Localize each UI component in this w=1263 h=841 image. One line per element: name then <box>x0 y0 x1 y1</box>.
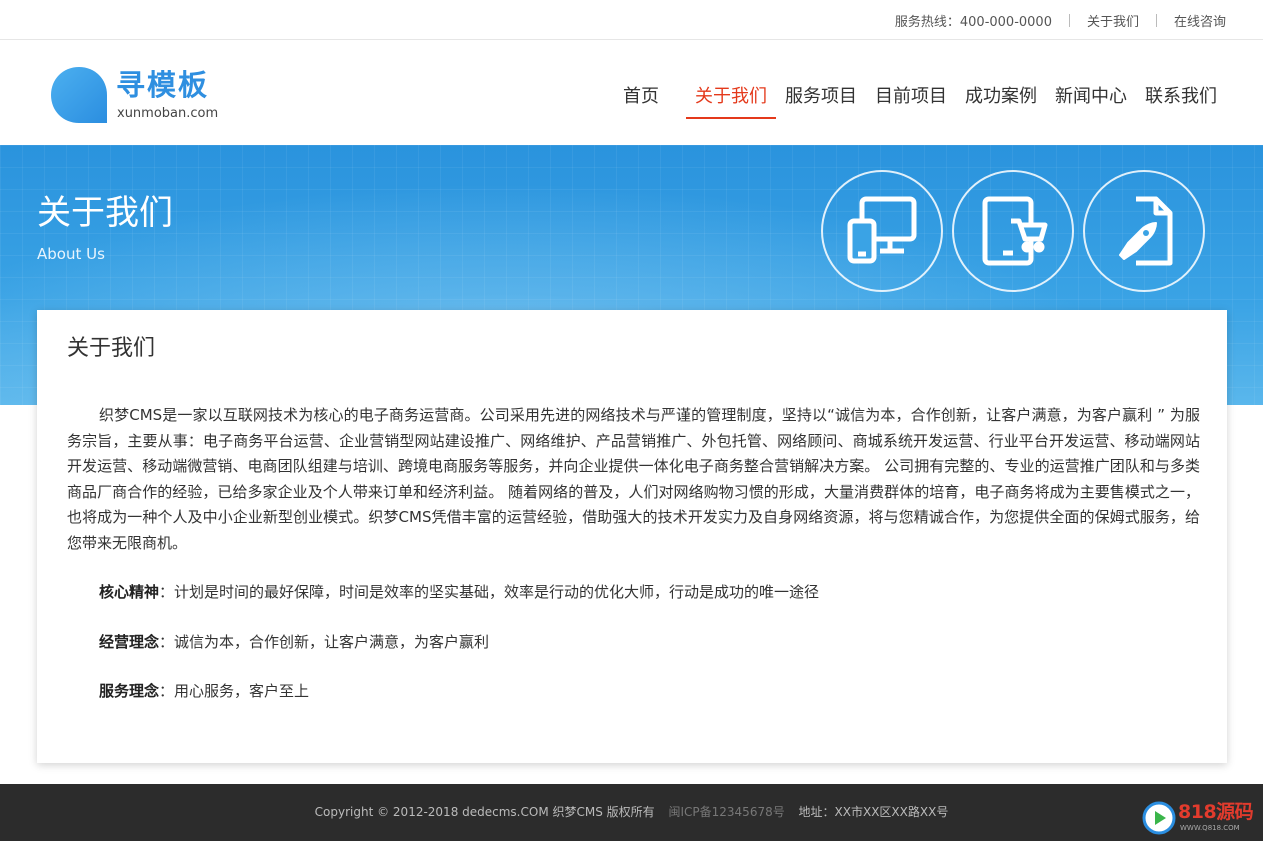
nav-item-home[interactable]: 首页 <box>614 81 668 119</box>
business-philosophy-line: 经营理念：诚信为本，合作创新，让客户满意，为客户赢利 <box>67 630 1200 656</box>
item-text: ：用心服务，客户至上 <box>159 682 310 700</box>
cart-circle <box>952 170 1074 292</box>
item-label: 服务理念 <box>99 682 160 700</box>
main-nav: 首页 关于我们 服务项目 目前项目 成功案例 新闻中心 联系我们 <box>614 81 1226 121</box>
tablet-cart-icon <box>982 196 1048 266</box>
site-header: 寻模板 xunmoban.com 首页 关于我们 服务项目 目前项目 成功案例 … <box>0 41 1263 145</box>
about-content-panel: 关于我们 织梦CMS是一家以互联网技术为核心的电子商务运营商。公司采用先进的网络… <box>37 310 1227 763</box>
top-about-link[interactable]: 关于我们 <box>1087 11 1139 30</box>
item-label: 核心精神 <box>99 583 160 601</box>
watermark-text: 818源码 <box>1178 801 1254 823</box>
site-footer: Copyright © 2012-2018 dedecms.COM 织梦CMS … <box>0 784 1263 841</box>
online-consult-link[interactable]: 在线咨询 <box>1174 11 1226 30</box>
nav-item-cases[interactable]: 成功案例 <box>956 81 1046 119</box>
core-spirit-line: 核心精神：计划是时间的最好保障，时间是效率的坚实基础，效率是行动的优化大师，行动… <box>67 580 1200 606</box>
logo-text-cn: 寻模板 <box>116 68 210 102</box>
content-title: 关于我们 <box>67 336 156 361</box>
logo-bubble-icon <box>51 67 107 123</box>
logo-text-en: xunmoban.com <box>117 106 219 121</box>
nav-item-about[interactable]: 关于我们 <box>686 81 776 119</box>
rocket-circle <box>1083 170 1205 292</box>
top-bar-links: 服务热线：400-000-0000 关于我们 在线咨询 <box>895 0 1226 40</box>
watermark-badge: 818源码 WWW.Q818.COM <box>1140 798 1258 838</box>
devices-circle <box>821 170 943 292</box>
devices-icon <box>847 196 917 264</box>
rocket-document-icon <box>1119 196 1173 266</box>
footer-text: Copyright © 2012-2018 dedecms.COM 织梦CMS … <box>0 804 1263 820</box>
play-logo-icon <box>1142 801 1176 835</box>
item-text: ：计划是时间的最好保障，时间是效率的坚实基础，效率是行动的优化大师，行动是成功的… <box>159 583 820 601</box>
divider <box>1155 13 1157 27</box>
item-label: 经营理念 <box>99 632 160 651</box>
banner-subtitle: About Us <box>37 245 105 263</box>
service-hotline: 服务热线：400-000-0000 <box>894 14 1052 30</box>
top-bar: 服务热线：400-000-0000 关于我们 在线咨询 <box>0 0 1263 40</box>
icp-link[interactable]: 闽ICP备12345678号 <box>668 805 784 819</box>
content-body: 织梦CMS是一家以互联网技术为核心的电子商务运营商。公司采用先进的网络技术与严谨… <box>67 403 1200 705</box>
site-logo[interactable]: 寻模板 xunmoban.com <box>50 66 230 126</box>
divider <box>1068 13 1070 27</box>
banner-title: 关于我们 <box>37 193 173 233</box>
intro-paragraph: 织梦CMS是一家以互联网技术为核心的电子商务运营商。公司采用先进的网络技术与严谨… <box>67 406 1200 552</box>
service-philosophy-line: 服务理念：用心服务，客户至上 <box>67 679 1200 705</box>
nav-item-services[interactable]: 服务项目 <box>776 81 866 119</box>
nav-item-current-projects[interactable]: 目前项目 <box>866 81 956 119</box>
nav-item-news[interactable]: 新闻中心 <box>1046 81 1136 119</box>
address-text: 地址：XX市XX区XX路XX号 <box>798 805 949 819</box>
copyright-text: Copyright © 2012-2018 dedecms.COM 织梦CMS … <box>314 805 655 819</box>
watermark-url: WWW.Q818.COM <box>1180 824 1240 832</box>
item-text: ：诚信为本，合作创新，让客户满意，为客户赢利 <box>159 632 490 651</box>
nav-item-contact[interactable]: 联系我们 <box>1136 81 1226 119</box>
